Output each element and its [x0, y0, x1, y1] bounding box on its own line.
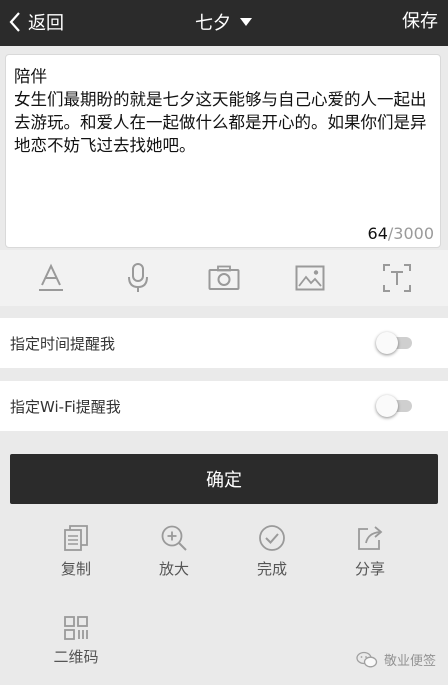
copy-label: 复制 — [60, 560, 91, 578]
zoom-label: 放大 — [158, 560, 189, 578]
font-style-button[interactable] — [21, 255, 81, 301]
back-button[interactable]: 返回 — [8, 8, 64, 36]
qrcode-button[interactable]: 二维码 — [36, 616, 116, 667]
caret-down-icon[interactable] — [239, 17, 253, 27]
chevron-left-icon — [9, 12, 20, 32]
copy-icon — [64, 525, 88, 551]
text-recognition-button[interactable] — [367, 255, 427, 301]
text-recognition-icon — [382, 264, 411, 292]
microphone-icon — [127, 263, 148, 292]
char-counter: 64/3000 — [368, 224, 434, 243]
edit-toolbar — [0, 250, 448, 306]
check-circle-icon — [259, 525, 285, 551]
share-button[interactable]: 分享 — [330, 524, 410, 579]
confirm-button[interactable]: 确定 — [10, 454, 438, 504]
qr-code-icon — [64, 616, 88, 640]
zoom-in-icon — [161, 525, 187, 551]
wifi-reminder-row: 指定Wi-Fi提醒我 — [0, 381, 448, 431]
image-icon — [295, 265, 325, 291]
qrcode-label: 二维码 — [53, 648, 99, 666]
time-reminder-row: 指定时间提醒我 — [0, 318, 448, 368]
char-count: 64 — [367, 224, 388, 243]
insert-image-button[interactable] — [280, 255, 340, 301]
note-text[interactable]: 陪伴 女生们最期盼的就是七夕这天能够与自己心爱的人一起出去游玩。和爱人在一起做什… — [14, 65, 432, 157]
top-bar: 返回 七夕 保存 — [0, 0, 448, 46]
toggle-knob — [376, 332, 398, 354]
note-editor[interactable]: 陪伴 女生们最期盼的就是七夕这天能够与自己心爱的人一起出去游玩。和爱人在一起做什… — [5, 54, 441, 248]
camera-button[interactable] — [194, 255, 254, 301]
wifi-reminder-label: 指定Wi-Fi提醒我 — [10, 397, 121, 416]
wifi-reminder-toggle[interactable] — [376, 395, 414, 417]
time-reminder-label: 指定时间提醒我 — [10, 334, 116, 353]
wechat-icon — [356, 651, 378, 667]
complete-button[interactable]: 完成 — [232, 524, 312, 579]
watermark: 敬业便签 — [356, 650, 436, 669]
back-label: 返回 — [28, 13, 64, 34]
time-reminder-toggle[interactable] — [376, 332, 414, 354]
toggle-knob — [376, 395, 398, 417]
voice-input-button[interactable] — [108, 255, 168, 301]
share-label: 分享 — [354, 560, 385, 578]
save-button[interactable]: 保存 — [402, 8, 438, 36]
copy-button[interactable]: 复制 — [36, 524, 116, 579]
camera-icon — [208, 265, 240, 290]
page-title[interactable]: 七夕 — [195, 9, 231, 35]
font-style-icon — [39, 263, 64, 291]
complete-label: 完成 — [256, 560, 287, 578]
watermark-text: 敬业便签 — [383, 654, 436, 669]
share-icon — [358, 526, 383, 550]
char-limit: 3000 — [393, 224, 434, 243]
zoom-button[interactable]: 放大 — [134, 524, 214, 579]
